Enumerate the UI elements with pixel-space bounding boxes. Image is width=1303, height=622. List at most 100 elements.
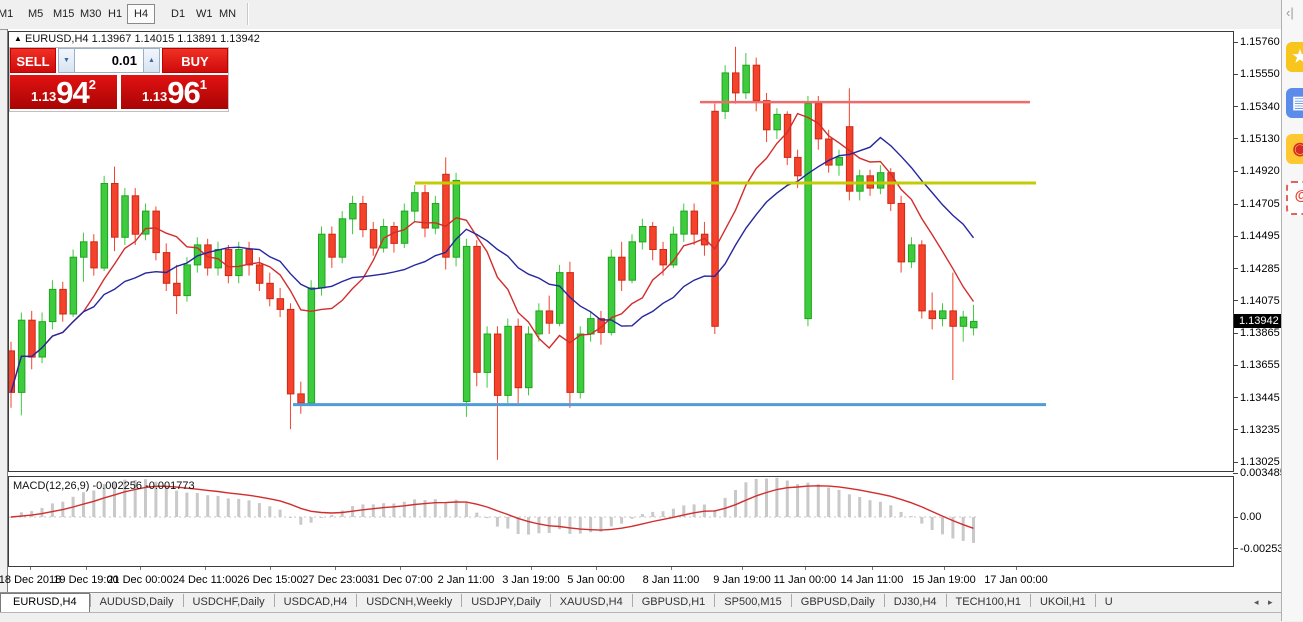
symbol-tab-eurusd-h4[interactable]: EURUSD,H4 (0, 593, 90, 613)
symbol-tab-xauusd-h4[interactable]: XAUUSD,H4 (551, 593, 632, 613)
macd-histogram-bar (248, 500, 251, 517)
symbol-tab-tech100-h1[interactable]: TECH100,H1 (947, 593, 1030, 613)
time-axis-label: 15 Jan 19:00 (912, 574, 976, 586)
time-tick (944, 567, 945, 570)
macd-histogram-bar (558, 517, 561, 529)
buy-price-panel[interactable]: 1.13961 (121, 75, 228, 109)
sell-price-panel[interactable]: 1.13942 (10, 75, 117, 109)
candle-body (277, 299, 284, 310)
volume-decrease-button[interactable]: ▼ (58, 48, 75, 73)
macd-histogram-bar (879, 502, 882, 517)
candle-body (370, 230, 377, 248)
timeframe-button-h1[interactable]: H1 (104, 7, 126, 21)
symbol-tab-gbpusd-h1[interactable]: GBPUSD,H1 (633, 593, 715, 613)
macd-histogram-bar (827, 488, 830, 518)
macd-histogram-bar (465, 502, 468, 517)
candle-body (70, 257, 77, 314)
macd-histogram-bar (289, 517, 292, 518)
time-axis-label: 26 Dec 15:00 (237, 574, 302, 586)
macd-histogram-bar (972, 517, 975, 543)
symbol-tab-usdchf-daily[interactable]: USDCHF,Daily (184, 593, 274, 613)
symbol-tab-usdcnh-weekly[interactable]: USDCNH,Weekly (357, 593, 461, 613)
time-axis-label: 14 Jan 11:00 (841, 574, 904, 586)
candle-body (236, 250, 243, 276)
price-tick (1233, 74, 1238, 75)
symbol-tab-u[interactable]: U (1096, 593, 1122, 613)
candle-body (660, 250, 667, 265)
favorites-star-icon[interactable]: ★ (1286, 42, 1303, 72)
macd-histogram-bar (517, 517, 520, 534)
timeframe-button-m15[interactable]: M15 (49, 7, 78, 21)
macd-histogram-bar (227, 498, 230, 517)
macd-histogram-bar (796, 484, 799, 517)
candle-body (287, 309, 294, 394)
candle-body (101, 184, 108, 269)
symbol-tab-dj30-h4[interactable]: DJ30,H4 (885, 593, 946, 613)
macd-histogram-bar (786, 481, 789, 518)
macd-axis-label: 0.00 (1240, 511, 1261, 523)
macd-histogram-bar (41, 508, 44, 517)
macd-histogram-bar (310, 517, 313, 523)
tabs-scroll-left-button[interactable]: ◂ (1254, 597, 1259, 608)
candle-body (743, 65, 750, 93)
collapse-triangle-icon[interactable]: ▲ (14, 34, 22, 43)
volume-increase-button[interactable]: ▲ (143, 48, 160, 73)
symbol-tab-audusd-daily[interactable]: AUDUSD,Daily (91, 593, 183, 613)
mail-at-icon[interactable]: @ (1286, 181, 1303, 215)
macd-histogram-bar (962, 517, 965, 541)
macd-histogram-bar (475, 513, 478, 517)
candle-body (339, 219, 346, 257)
candle-body (153, 211, 160, 253)
tabs-scroll-right-button[interactable]: ▸ (1268, 597, 1273, 608)
price-tick (1233, 106, 1238, 107)
timeframe-button-m5[interactable]: M5 (24, 7, 47, 21)
buy-price-pip: 1 (200, 77, 207, 92)
timeframe-button-d1[interactable]: D1 (167, 7, 189, 21)
time-tick (805, 567, 806, 570)
timeframe-button-h4[interactable]: H4 (127, 4, 155, 24)
symbol-tab-ukoil-h1[interactable]: UKOil,H1 (1031, 593, 1095, 613)
macd-histogram-bar (506, 517, 509, 529)
time-axis-label: 5 Jan 00:00 (567, 574, 625, 586)
timeframe-button-w1[interactable]: W1 (192, 7, 217, 21)
symbol-tab-usdjpy-daily[interactable]: USDJPY,Daily (462, 593, 550, 613)
timeframe-button-m30[interactable]: M30 (76, 7, 105, 21)
news-widget-icon[interactable]: ▤ (1286, 88, 1303, 118)
time-tick (742, 567, 743, 570)
candle-body (112, 184, 119, 238)
symbol-tab-usdcad-h4[interactable]: USDCAD,H4 (275, 593, 357, 613)
time-tick (205, 567, 206, 570)
price-axis-label: 1.13865 (1240, 327, 1280, 339)
symbol-tab-gbpusd-daily[interactable]: GBPUSD,Daily (792, 593, 884, 613)
time-axis-label: 27 Dec 23:00 (302, 574, 367, 586)
macd-tick (1233, 473, 1238, 474)
macd-histogram-bar (662, 511, 665, 517)
price-axis-label: 1.15760 (1240, 36, 1280, 48)
symbol-tab-bar: EURUSD,H4AUDUSD,DailyUSDCHF,DailyUSDCAD,… (0, 592, 1281, 613)
candle-body (515, 326, 522, 387)
timeframe-button-mn[interactable]: MN (215, 7, 240, 21)
timeframe-button-m1[interactable]: M1 (0, 7, 17, 21)
macd-histogram-bar (806, 483, 809, 517)
chart-symbol-label: EURUSD,H4 (25, 33, 89, 45)
macd-histogram-bar (900, 512, 903, 517)
time-tick (872, 567, 873, 570)
macd-histogram-bar (403, 502, 406, 517)
weibo-icon[interactable]: ◉ (1286, 134, 1303, 164)
price-tick (1233, 397, 1238, 398)
macd-histogram-bar (775, 478, 778, 517)
macd-histogram-bar (610, 517, 613, 526)
price-tick (1233, 365, 1238, 366)
time-axis-label: 18 Dec 2018 (0, 574, 61, 586)
macd-histogram-bar (341, 511, 344, 518)
sell-button[interactable]: SELL (10, 48, 56, 73)
candle-body (795, 157, 802, 175)
sidebar-collapse-icon[interactable]: ‹| (1286, 5, 1294, 20)
candle-body (639, 227, 646, 242)
symbol-tab-sp500-m15[interactable]: SP500,M15 (715, 593, 790, 613)
time-tick (596, 567, 597, 570)
candle-body (91, 242, 98, 268)
buy-button[interactable]: BUY (162, 48, 228, 73)
macd-histogram-bar (568, 517, 571, 534)
volume-input[interactable]: 0.01 (74, 48, 144, 73)
